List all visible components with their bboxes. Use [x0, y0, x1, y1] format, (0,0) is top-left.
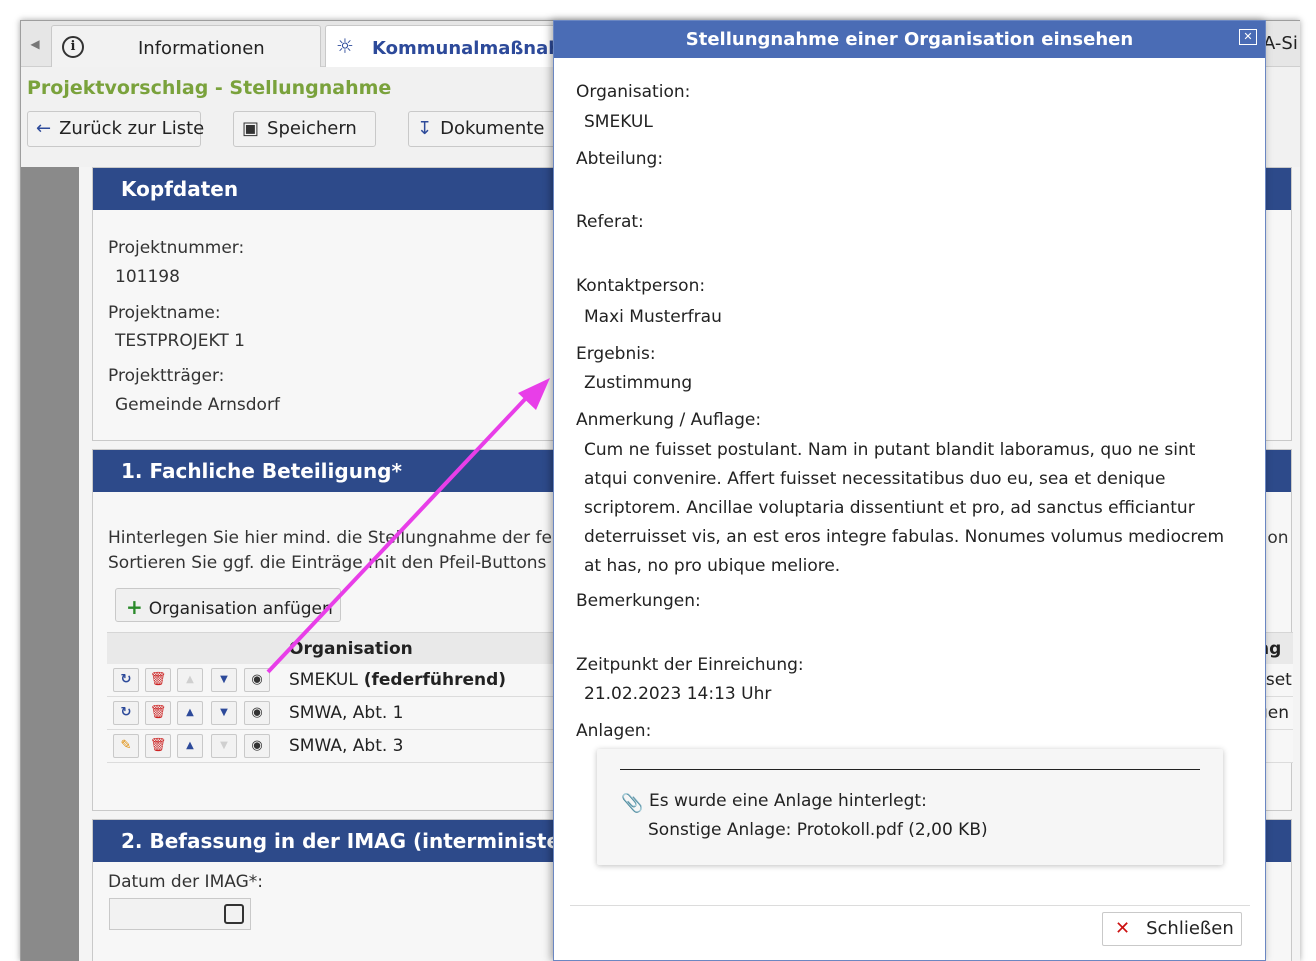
row-organisation: SMWA, Abt. 1 [289, 703, 404, 723]
back-label: Zurück zur Liste [59, 118, 205, 139]
projektname-label: Projektname: [108, 303, 221, 323]
move-down-icon[interactable]: ▼ [211, 668, 237, 692]
kontaktperson-value: Maxi Musterfrau [584, 307, 722, 327]
move-up-icon: ▲ [177, 668, 203, 692]
row-organisation: SMWA, Abt. 3 [289, 736, 404, 756]
eye-icon[interactable]: ◉ [244, 734, 270, 758]
organisation-label: Organisation: [576, 82, 691, 102]
anmerkung-text: Cum ne fuisset postulant. Nam in putant … [584, 440, 1225, 576]
save-label: Speichern [267, 118, 357, 139]
col-organisation: Organisation [289, 639, 413, 659]
docs-label: Dokumente [440, 118, 545, 139]
projekttraeger-label: Projektträger: [108, 366, 225, 386]
lightbulb-icon: ☼ [336, 34, 354, 58]
projektname-value: TESTPROJEKT 1 [115, 331, 245, 351]
move-down-icon: ▼ [211, 734, 237, 758]
close-x-icon: ✕ [1115, 918, 1131, 939]
save-button[interactable]: ▣ Speichern [233, 111, 376, 147]
tab-informationen[interactable]: i Informationen [51, 25, 321, 67]
zeitpunkt-label: Zeitpunkt der Einreichung: [576, 655, 804, 675]
attachment-card: 📎 Es wurde eine Anlage hinterlegt: Sonst… [597, 749, 1223, 865]
referat-label: Referat: [576, 212, 644, 232]
tab-kommunalmassnahme[interactable]: ☼ Kommunalmaßnahm [325, 25, 580, 67]
trash-icon[interactable]: 🗑 [145, 701, 171, 725]
projektnummer-value: 101198 [115, 267, 180, 287]
ergebnis-value: Zustimmung [584, 373, 693, 393]
paperclip-icon: 📎 [621, 793, 644, 814]
eye-icon[interactable]: ◉ [244, 668, 270, 692]
datum-label: Datum der IMAG*: [108, 872, 263, 892]
ergebnis-label: Ergebnis: [576, 344, 656, 364]
move-down-icon[interactable]: ▼ [211, 701, 237, 725]
hint-line-2: Sortieren Sie ggf. die Einträge mit den … [108, 553, 563, 573]
eye-icon[interactable]: ◉ [244, 701, 270, 725]
tab-label: Informationen [138, 38, 265, 59]
organisation-value: SMEKUL [584, 112, 653, 132]
attachment-file-link[interactable]: Sonstige Anlage: Protokoll.pdf (2,00 KB) [648, 820, 988, 840]
bemerkungen-label: Bemerkungen: [576, 591, 701, 611]
datum-input[interactable] [109, 898, 251, 930]
attachment-info: Es wurde eine Anlage hinterlegt: [649, 791, 927, 811]
org-name: SMEKUL [289, 670, 358, 690]
tab-right-fragment[interactable]: A-Si [1263, 33, 1298, 54]
hint-line-1: Hinterlegen Sie hier mind. die Stellungn… [108, 528, 563, 548]
arrow-left-icon: ← [36, 118, 52, 139]
projekttraeger-value: Gemeinde Arnsdorf [115, 395, 280, 415]
dialog-header: Stellungnahme einer Organisation einsehe… [554, 21, 1265, 58]
anmerkung-label: Anmerkung / Auflage: [576, 410, 762, 430]
tab-label: Kommunalmaßnahm [372, 38, 580, 59]
close-icon[interactable]: ✕ [1239, 29, 1257, 45]
org-suffix: (federführend) [357, 670, 507, 690]
floppy-disk-icon: ▣ [242, 118, 260, 139]
move-up-icon[interactable]: ▲ [177, 701, 203, 725]
left-gutter [21, 167, 79, 961]
close-label: Schließen [1146, 918, 1234, 939]
trash-icon[interactable]: 🗑 [145, 734, 171, 758]
close-button[interactable]: ✕ Schließen [1102, 912, 1242, 946]
stellungnahme-dialog: Stellungnahme einer Organisation einsehe… [553, 20, 1266, 961]
info-icon: i [62, 36, 84, 58]
add-label: Organisation anfügen [148, 599, 333, 619]
projektnummer-label: Projektnummer: [108, 238, 245, 258]
kontaktperson-label: Kontaktperson: [576, 276, 706, 296]
download-icon: ↧ [417, 118, 433, 139]
tab-scroll-left-icon[interactable]: ◀ [25, 33, 45, 55]
back-to-list-button[interactable]: ← Zurück zur Liste [27, 111, 205, 147]
calendar-icon[interactable] [224, 904, 244, 924]
pencil-icon[interactable]: ✎ [113, 734, 139, 758]
move-up-icon[interactable]: ▲ [177, 734, 203, 758]
row-organisation: SMEKUL (federführend) [289, 670, 506, 690]
refresh-icon[interactable]: ↻ [113, 668, 139, 692]
documents-button[interactable]: ↧ Dokumente [408, 111, 568, 147]
trash-icon[interactable]: 🗑 [145, 668, 171, 692]
dialog-title: Stellungnahme einer Organisation einsehe… [685, 29, 1134, 50]
refresh-icon[interactable]: ↻ [113, 701, 139, 725]
divider [620, 769, 1200, 770]
footer-divider [570, 905, 1250, 906]
zeitpunkt-value: 21.02.2023 14:13 Uhr [584, 684, 772, 704]
abteilung-label: Abteilung: [576, 149, 664, 169]
add-organisation-button[interactable]: + Organisation anfügen [115, 588, 341, 622]
page-title: Projektvorschlag - Stellungnahme [27, 77, 392, 99]
plus-icon: + [126, 595, 143, 619]
anlagen-label: Anlagen: [576, 721, 652, 741]
